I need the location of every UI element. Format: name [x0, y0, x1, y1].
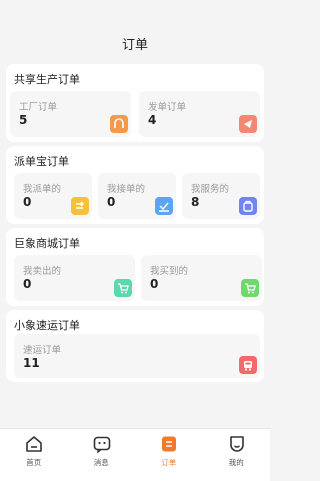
card-label: 我买到的 [150, 266, 189, 277]
tab-messages[interactable]: 消息 [68, 429, 136, 481]
card-value: 11 [23, 356, 40, 370]
card-sold[interactable]: 我卖出的 0 [14, 255, 135, 301]
card-label: 我卖出的 [23, 266, 62, 277]
page-title: 订单 [121, 38, 148, 53]
order-icon [162, 436, 176, 452]
card-express-order[interactable]: 速运订单 11 [14, 334, 260, 378]
section-shared-production: 共享生产订单 工厂订单 5 发单订单 4 [6, 64, 264, 142]
accept-icon [155, 197, 173, 215]
card-value: 0 [107, 195, 116, 209]
card-label: 发单订单 [148, 102, 187, 113]
profile-icon [229, 436, 244, 452]
bottom-tab-bar: 首页 消息 订单 我的 [0, 428, 270, 481]
card-value: 4 [148, 113, 157, 127]
tab-label: 订单 [161, 458, 177, 467]
card-label: 我派单的 [23, 184, 62, 195]
card-label: 工厂订单 [19, 102, 58, 113]
section-title: 巨象商城订单 [14, 237, 80, 250]
card-value: 0 [23, 195, 32, 209]
card-accepted[interactable]: 我接单的 0 [98, 173, 176, 219]
card-label: 我服务的 [191, 184, 230, 195]
tab-label: 消息 [93, 458, 109, 467]
home-icon [26, 436, 42, 452]
bought-cart-icon [241, 279, 259, 297]
card-value: 5 [19, 113, 28, 127]
tab-label: 我的 [228, 458, 244, 467]
card-bought[interactable]: 我买到的 0 [141, 255, 262, 301]
tab-orders[interactable]: 订单 [135, 429, 203, 481]
send-order-icon [239, 115, 257, 133]
truck-icon [239, 356, 257, 374]
card-dispatched[interactable]: 我派单的 0 [14, 173, 92, 219]
service-icon [239, 197, 257, 215]
tab-label: 首页 [26, 458, 42, 467]
factory-order-icon [110, 115, 128, 133]
card-serviced[interactable]: 我服务的 8 [182, 173, 260, 219]
section-express: 小象速运订单 速运订单 11 [6, 310, 264, 382]
header: 订单 [0, 0, 270, 64]
card-label: 速运订单 [23, 345, 62, 356]
tab-profile[interactable]: 我的 [203, 429, 271, 481]
dispatch-icon [71, 197, 89, 215]
card-factory-order[interactable]: 工厂订单 5 [10, 91, 131, 137]
card-label: 我接单的 [107, 184, 146, 195]
sold-cart-icon [114, 279, 132, 297]
section-title: 派单宝订单 [14, 155, 69, 168]
section-dispatch: 派单宝订单 我派单的 0 我接单的 0 我服务的 8 [6, 146, 264, 224]
section-mall: 巨象商城订单 我卖出的 0 我买到的 0 [6, 228, 264, 306]
section-title: 小象速运订单 [14, 319, 80, 332]
card-value: 0 [23, 277, 32, 291]
tab-home[interactable]: 首页 [0, 429, 68, 481]
section-title: 共享生产订单 [14, 73, 80, 86]
message-icon [93, 436, 110, 454]
card-send-order[interactable]: 发单订单 4 [139, 91, 260, 137]
card-value: 0 [150, 277, 159, 291]
card-value: 8 [191, 195, 200, 209]
